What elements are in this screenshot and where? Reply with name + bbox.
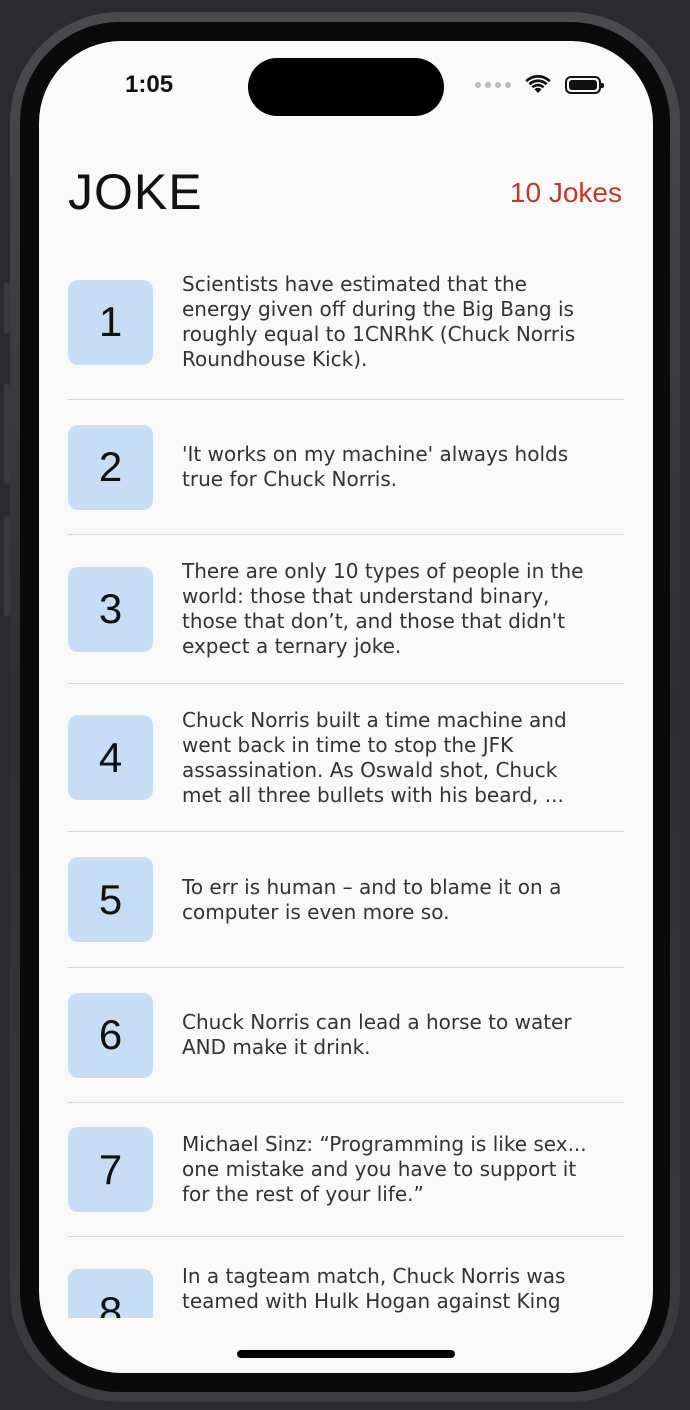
joke-row[interactable]: 1 Scientists have estimated that the ene… <box>68 245 624 400</box>
joke-text: To err is human – and to blame it on a c… <box>182 874 562 924</box>
joke-text: Michael Sinz: “Programming is like sex..… <box>182 1132 587 1206</box>
joke-number-badge: 3 <box>68 566 153 652</box>
joke-row[interactable]: 8 In a tagteam match, Chuck Norris was t… <box>68 1237 624 1318</box>
joke-row[interactable]: 4 Chuck Norris built a time machine and … <box>68 684 624 832</box>
joke-number-badge: 2 <box>68 424 153 510</box>
joke-number-badge: 6 <box>68 992 153 1078</box>
cellular-signal-icon <box>475 82 511 88</box>
status-time: 1:05 <box>125 71 174 98</box>
battery-icon <box>565 76 604 94</box>
joke-text: There are only 10 types of people in the… <box>182 559 584 658</box>
status-icons <box>475 75 604 95</box>
joke-text: Chuck Norris can lead a horse to water A… <box>182 1010 572 1059</box>
joke-number-badge: 1 <box>68 279 153 365</box>
joke-number-badge: 7 <box>68 1127 153 1212</box>
joke-text: In a tagteam match, Chuck Norris was tea… <box>182 1264 566 1313</box>
volume-up-button <box>4 384 10 484</box>
wifi-icon <box>525 75 551 93</box>
action-button <box>4 282 10 334</box>
jokes-count: 10 Jokes <box>509 177 622 208</box>
joke-number-badge: 8 <box>68 1269 153 1318</box>
joke-row[interactable]: 5 To err is human – and to blame it on a… <box>68 832 624 968</box>
joke-row[interactable]: 7 Michael Sinz: “Programming is like sex… <box>68 1103 624 1237</box>
joke-row[interactable]: 3 There are only 10 types of people in t… <box>68 535 624 684</box>
joke-number-badge: 4 <box>68 715 153 800</box>
app-screen: 1:05 JOKE 10 Jokes 1 Scientists have est… <box>39 41 653 1373</box>
jokes-list[interactable]: 1 Scientists have estimated that the ene… <box>68 245 624 1318</box>
home-indicator[interactable] <box>237 1350 455 1358</box>
joke-row[interactable]: 6 Chuck Norris can lead a horse to water… <box>68 968 624 1103</box>
joke-text: 'It works on my machine' always holds tr… <box>182 442 569 491</box>
joke-text: Chuck Norris built a time machine and we… <box>182 707 567 807</box>
joke-text: Scientists have estimated that the energ… <box>182 272 576 371</box>
page-title: JOKE <box>68 164 203 220</box>
volume-down-button <box>4 516 10 616</box>
dynamic-island <box>248 58 444 116</box>
joke-row[interactable]: 2 'It works on my machine' always holds … <box>68 400 624 535</box>
joke-number-badge: 5 <box>68 857 153 942</box>
